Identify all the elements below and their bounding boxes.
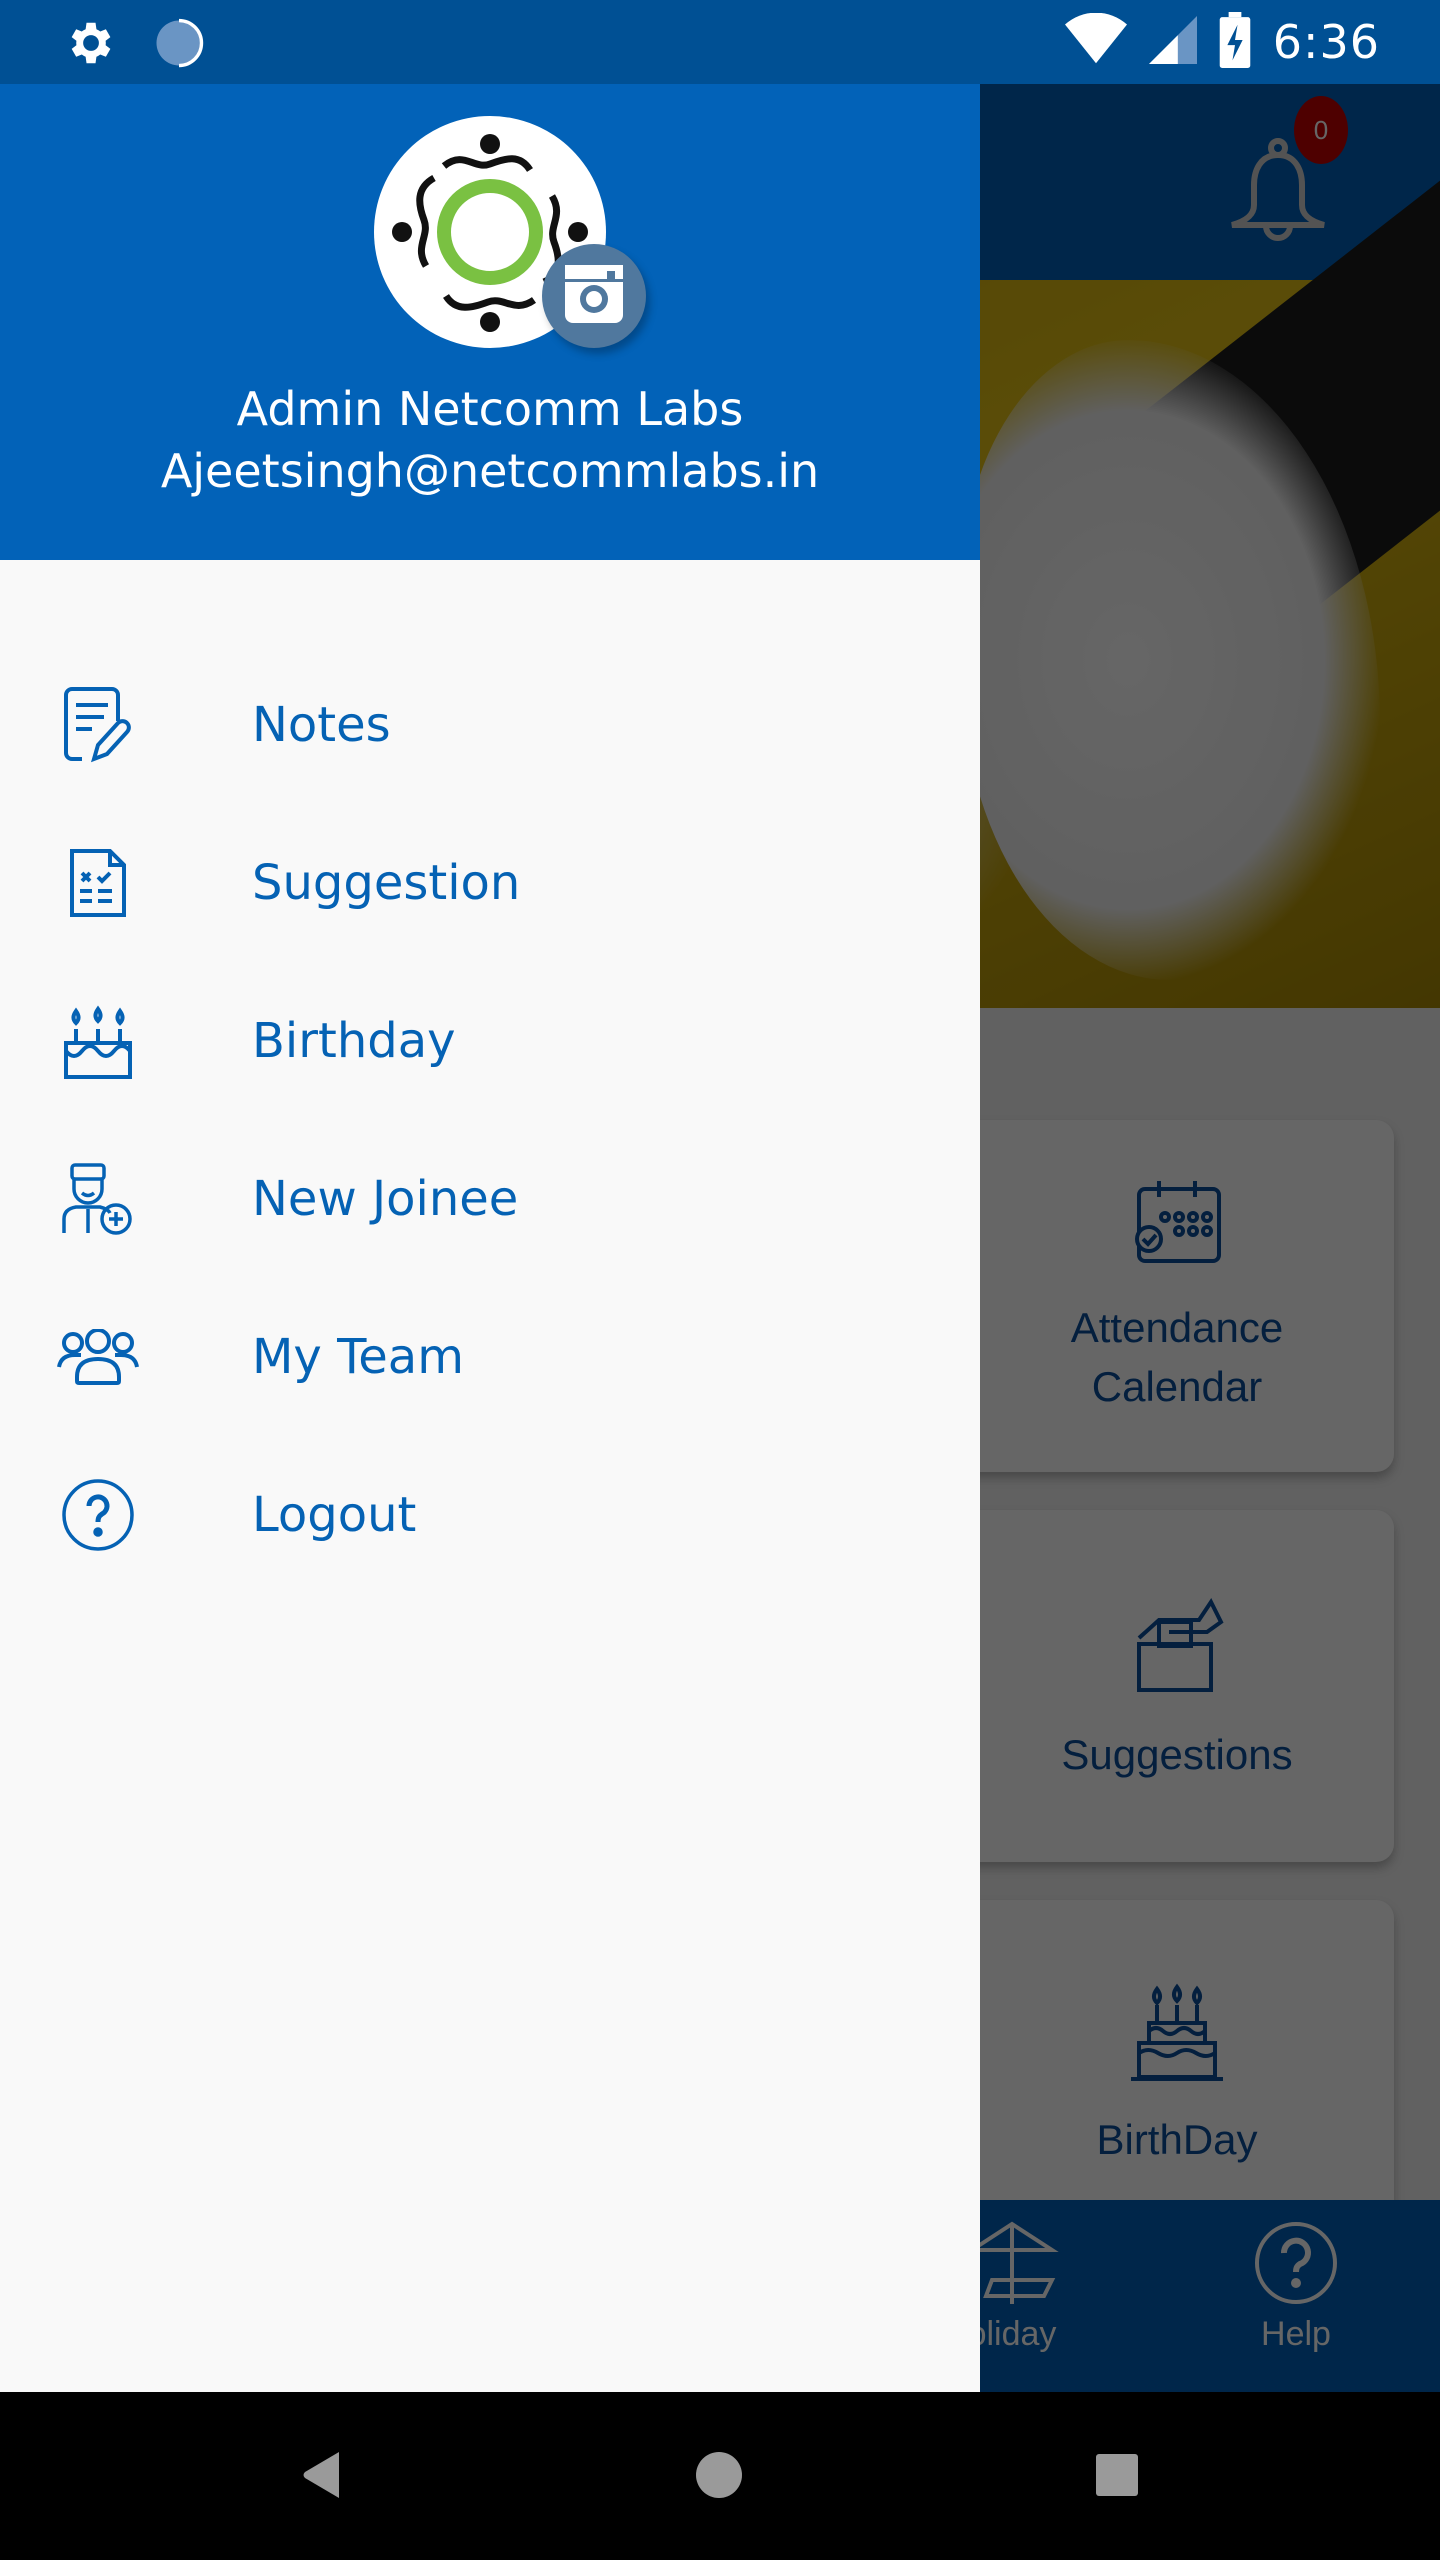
menu-item-label: Notes [252,697,391,753]
menu-item-birthday[interactable]: Birthday [0,962,980,1120]
menu-item-notes[interactable]: Notes [0,646,980,804]
new-user-icon [54,1155,142,1243]
menu-item-label: Logout [252,1487,417,1543]
back-icon [301,2450,341,2505]
menu-item-new-joinee[interactable]: New Joinee [0,1120,980,1278]
help-icon [54,1471,142,1559]
checklist-icon [54,839,142,927]
settings-icon [62,16,116,75]
menu-item-logout[interactable]: Logout [0,1436,980,1594]
home-button[interactable] [674,2432,764,2522]
system-navigation-bar [0,2392,1440,2560]
menu-item-my-team[interactable]: My Team [0,1278,980,1436]
user-name: Admin Netcomm Labs [236,382,744,436]
notes-icon [54,681,142,769]
change-photo-button[interactable] [542,244,646,348]
menu-item-label: New Joinee [252,1171,519,1227]
team-icon [54,1313,142,1401]
sync-icon [152,16,206,75]
menu-item-label: My Team [252,1329,464,1385]
recents-button[interactable] [1072,2432,1162,2522]
cell-signal-icon [1148,13,1197,72]
drawer-header: Admin Netcomm Labs Ajeetsingh@netcommlab… [0,84,980,560]
home-icon [695,2451,743,2504]
back-button[interactable] [276,2432,366,2522]
camera-icon [563,263,625,330]
navigation-drawer: Admin Netcomm Labs Ajeetsingh@netcommlab… [0,84,980,2392]
menu-item-suggestion[interactable]: Suggestion [0,804,980,962]
battery-charging-icon [1219,11,1251,73]
cake-icon [54,997,142,1085]
wifi-icon [1064,12,1127,72]
recents-icon [1095,2453,1139,2502]
user-email: Ajeetsingh@netcommlabs.in [160,444,820,498]
status-bar: 6:36 [0,0,1440,84]
status-time: 6:36 [1272,15,1380,69]
menu-item-label: Suggestion [252,855,521,911]
menu-item-label: Birthday [252,1013,456,1069]
